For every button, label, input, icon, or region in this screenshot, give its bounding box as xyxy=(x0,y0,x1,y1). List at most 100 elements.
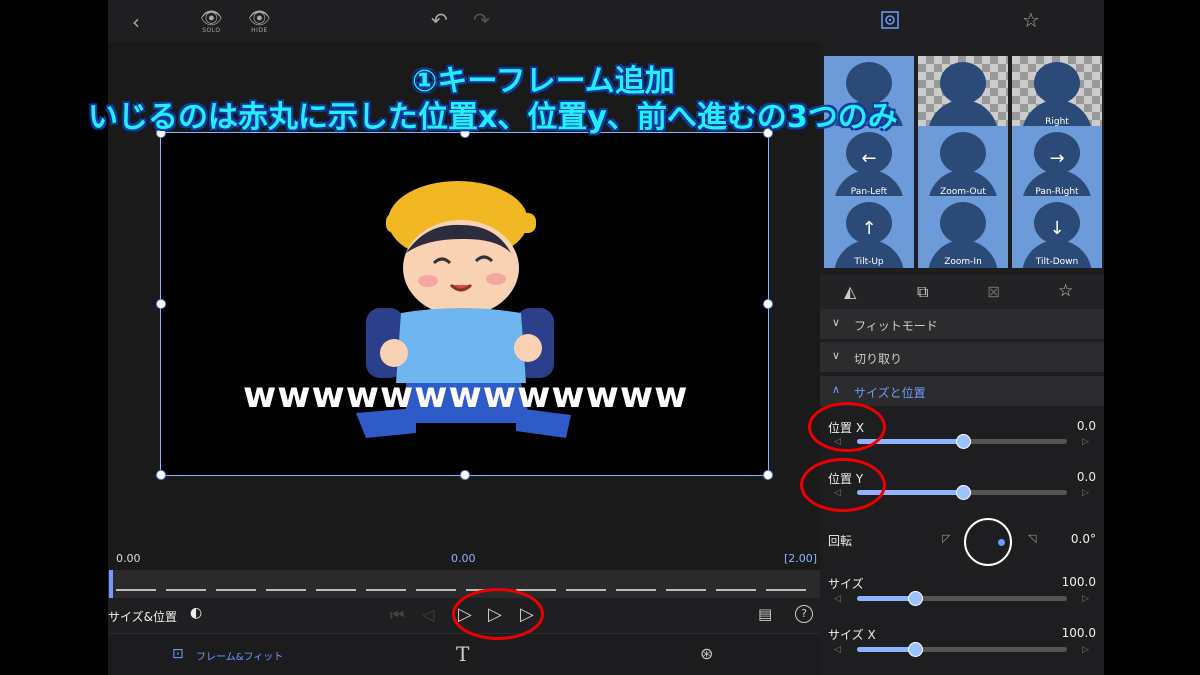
playhead[interactable] xyxy=(109,570,113,598)
size-label: サイズ xyxy=(828,577,864,591)
preset-label: Tilt-Down xyxy=(1035,257,1079,267)
slider-knob[interactable] xyxy=(956,485,971,500)
favorite-icon[interactable]: ☆ xyxy=(1058,281,1073,301)
resize-handle-bottom-right[interactable] xyxy=(763,470,773,480)
star-icon[interactable]: ☆ xyxy=(1022,8,1040,32)
controls-label: サイズ&位置 xyxy=(108,610,177,624)
frame-tick xyxy=(366,589,406,591)
frame-tick xyxy=(166,589,206,591)
back-icon[interactable]: ‹ xyxy=(132,10,140,34)
preset-thumbnail[interactable]: Zoom-Out xyxy=(918,126,1008,198)
increment-icon[interactable]: ▷ xyxy=(1082,488,1089,498)
pos-x-value[interactable]: 0.0 xyxy=(1077,419,1096,433)
section-size-position[interactable]: ∧ サイズと位置 xyxy=(820,376,1104,406)
keyframe-list-icon[interactable]: ▤ xyxy=(758,605,772,623)
keyframe-toggle-icon[interactable]: ◐ xyxy=(190,605,202,621)
decrement-icon[interactable]: ◁ xyxy=(834,645,841,655)
text-tab-icon[interactable]: T xyxy=(456,642,469,666)
preset-thumbnail[interactable]: ← Pan-Left xyxy=(824,126,914,198)
frame-tick xyxy=(116,589,156,591)
highlight-ring-play-controls xyxy=(452,588,544,640)
pos-x-slider[interactable] xyxy=(857,434,1067,449)
frame-tick xyxy=(516,589,556,591)
timecode-end: [2.00] xyxy=(784,552,818,565)
hide-button[interactable]: 👁 HIDE xyxy=(248,8,271,34)
rotation-indicator xyxy=(998,539,1005,546)
resize-handle-bottom[interactable] xyxy=(460,470,470,480)
size-x-slider[interactable] xyxy=(857,642,1067,657)
frame-tick xyxy=(616,589,656,591)
size-x-value[interactable]: 100.0 xyxy=(1062,626,1096,640)
slider-knob[interactable] xyxy=(907,642,923,657)
frame-tick xyxy=(266,589,306,591)
slider-knob[interactable] xyxy=(956,434,971,449)
keyframe-track[interactable] xyxy=(108,570,820,598)
redo-icon[interactable]: ↷ xyxy=(473,8,490,32)
increment-icon[interactable]: ▷ xyxy=(1082,594,1089,604)
frame-tick xyxy=(416,589,456,591)
slider-fill xyxy=(857,647,914,652)
help-icon[interactable]: ? xyxy=(795,605,813,623)
rotation-dial[interactable] xyxy=(964,518,1012,566)
chevron-down-icon: ∨ xyxy=(832,349,841,362)
reset-icon[interactable]: ⊠ xyxy=(987,282,1000,301)
pos-y-value[interactable]: 0.0 xyxy=(1077,470,1096,484)
rotate-left-icon[interactable]: ◸ xyxy=(942,532,950,545)
arrow-icon: ↓ xyxy=(1049,218,1065,239)
preset-thumbnail[interactable]: ↓ Tilt-Down xyxy=(1012,196,1102,268)
resize-handle-right[interactable] xyxy=(763,299,773,309)
frame-fit-tab-icon[interactable]: ⊡ xyxy=(172,646,184,662)
rotation-value[interactable]: 0.0° xyxy=(1071,532,1096,546)
tab-frame-fit[interactable]: フレーム&フィット xyxy=(196,648,283,663)
slider-fill xyxy=(857,596,914,601)
size-value[interactable]: 100.0 xyxy=(1062,575,1096,589)
chevron-down-icon: ∨ xyxy=(832,316,841,329)
preset-thumbnail[interactable] xyxy=(918,56,1008,128)
preset-label: Tilt-Up xyxy=(854,257,884,267)
section-crop[interactable]: ∨ 切り取り xyxy=(820,342,1104,372)
frame-fit-icon[interactable] xyxy=(880,10,900,35)
rotation-label: 回転 xyxy=(828,534,853,548)
side-panel: Left Right ← Pan-Left Zoom-Out → Pan-Right ↑ Til… xyxy=(820,42,1104,675)
frame-tick xyxy=(216,589,256,591)
increment-icon[interactable]: ▷ xyxy=(1082,437,1089,447)
arrow-icon: ← xyxy=(861,148,877,169)
preset-thumbnail[interactable]: Right xyxy=(1012,56,1102,128)
arrow-icon: ↑ xyxy=(861,218,877,239)
side-tool-row: ◭ ⧉ ⊠ ☆ xyxy=(820,275,1104,309)
timecode-start: 0.00 xyxy=(116,552,141,565)
frame-tick xyxy=(566,589,606,591)
timecode-current: 0.00 xyxy=(451,552,476,565)
resize-handle-bottom-left[interactable] xyxy=(156,470,166,480)
chevron-up-icon: ∧ xyxy=(832,383,841,396)
frame-tick xyxy=(766,589,806,591)
frame-tick xyxy=(666,589,706,591)
prev-keyframe-icon[interactable]: ◁ xyxy=(422,605,434,624)
section-fit-mode[interactable]: ∨ フィットモード xyxy=(820,309,1104,339)
eye-off-icon: 👁 xyxy=(248,8,271,29)
slider-knob[interactable] xyxy=(907,591,923,606)
annotation-note: いじるのは赤丸に示した位置x、位置y、前へ進むの3つのみ xyxy=(88,100,898,135)
highlight-ring-pos-y xyxy=(800,458,886,512)
increment-icon[interactable]: ▷ xyxy=(1082,645,1089,655)
resize-handle-left[interactable] xyxy=(156,299,166,309)
arrow-icon: → xyxy=(1049,148,1065,169)
preset-thumbnail[interactable]: Zoom-In xyxy=(918,196,1008,268)
video-canvas[interactable]: wwwwwwwwwwwww xyxy=(160,132,769,476)
size-slider[interactable] xyxy=(857,591,1067,606)
preset-thumbnail[interactable]: → Pan-Right xyxy=(1012,126,1102,198)
rotate-right-icon[interactable]: ◹ xyxy=(1028,532,1036,545)
solo-button[interactable]: 👁 SOLO xyxy=(200,8,223,34)
frame-tick xyxy=(716,589,756,591)
decrement-icon[interactable]: ◁ xyxy=(834,594,841,604)
pos-y-slider[interactable] xyxy=(857,485,1067,500)
preset-thumbnail[interactable]: ↑ Tilt-Up xyxy=(824,196,914,268)
text-overlay[interactable]: wwwwwwwwwwwww xyxy=(243,375,688,416)
flip-icon[interactable]: ◭ xyxy=(844,282,856,301)
silhouette-head xyxy=(1034,62,1080,104)
undo-icon[interactable]: ↶ xyxy=(431,8,448,32)
effect-tab-icon[interactable]: ⊛ xyxy=(700,644,713,663)
rotate-icon[interactable]: ⧉ xyxy=(917,282,928,302)
first-keyframe-icon[interactable]: ⏮ xyxy=(390,605,404,625)
frame-tick xyxy=(316,589,356,591)
